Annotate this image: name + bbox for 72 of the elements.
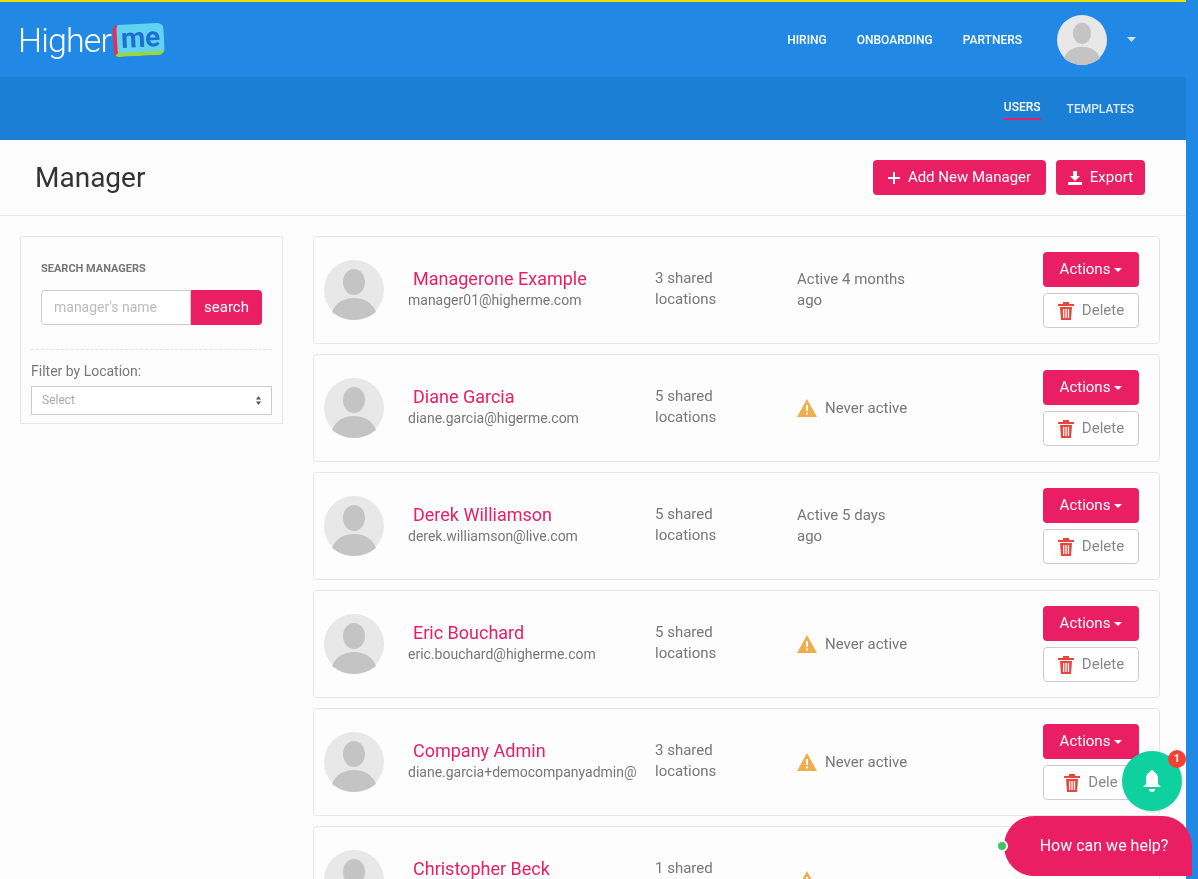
notification-badge: 1 [1168, 750, 1186, 768]
trash-icon [1057, 537, 1074, 556]
actions-dropdown[interactable]: Actions [1043, 488, 1139, 523]
delete-button[interactable]: Delete [1043, 293, 1139, 328]
activity-status: Never active [825, 633, 908, 655]
delete-button[interactable]: Delete [1043, 411, 1139, 446]
shared-locations: 5 shared locations [655, 504, 718, 546]
bell-icon [1142, 770, 1162, 792]
logo-text: Higher [18, 22, 112, 57]
manager-name[interactable]: Derek Williamson [408, 504, 655, 526]
avatar-icon [324, 378, 384, 438]
nav-link[interactable]: HIRING [787, 30, 827, 49]
warning-icon [797, 753, 817, 771]
nav-link[interactable]: ONBOARDING [856, 30, 933, 49]
manager-email: eric.bouchard@higherme.com [408, 645, 597, 664]
avatar-icon [324, 496, 384, 556]
manager-name[interactable]: Company Admin [408, 740, 655, 762]
actions-dropdown[interactable]: Actions [1043, 252, 1139, 287]
filter-label: Filter by Location: [31, 361, 143, 381]
manager-email: diane.garcia+democompanyadmin@ [408, 763, 638, 782]
caret-icon [1114, 267, 1123, 272]
caret-icon [1114, 503, 1123, 508]
shared-locations: 3 shared locations [655, 268, 718, 310]
avatar-icon [324, 732, 384, 792]
actions-dropdown[interactable]: Actions [1043, 606, 1139, 641]
subnav-tab[interactable]: USERS [1003, 97, 1041, 120]
download-icon [1067, 170, 1082, 185]
subnav-tab[interactable]: TEMPLATES [1066, 95, 1134, 122]
chat-button[interactable]: How can we help? [1004, 816, 1192, 876]
manager-name[interactable]: Eric Bouchard [408, 622, 655, 644]
search-field[interactable]: manager's name [41, 289, 191, 325]
search-heading: SEARCH MANAGERS [40, 261, 147, 277]
delete-button[interactable]: Delete [1043, 529, 1139, 564]
plus-icon [887, 171, 900, 184]
caret-icon [1114, 385, 1123, 390]
caret-icon [1114, 621, 1123, 626]
location-select[interactable]: Select [31, 385, 272, 415]
caret-icon [1114, 739, 1123, 744]
avatar-icon [324, 260, 384, 320]
page-title: Manager [35, 159, 146, 196]
manager-email: diane.garcia@higerme.com [408, 409, 580, 428]
caret-icon[interactable] [1127, 37, 1136, 42]
sort-arrows-icon [256, 395, 261, 405]
shared-locations: 1 shared [655, 858, 714, 879]
logo-mark: me [112, 22, 166, 57]
manager-email: manager01@higherme.com [408, 291, 583, 310]
shared-locations: 5 shared locations [655, 386, 718, 428]
manager-email: derek.williamson@live.com [408, 527, 579, 546]
export-button[interactable]: Export [1056, 160, 1145, 195]
trash-icon [1064, 773, 1081, 792]
actions-dropdown[interactable]: Actions [1043, 370, 1139, 405]
add-manager-button[interactable]: Add New Manager [873, 160, 1046, 195]
warning-icon [797, 635, 817, 653]
avatar-icon [324, 614, 384, 674]
manager-name[interactable]: Christopher Beck [408, 858, 655, 879]
actions-dropdown[interactable]: Actions [1043, 724, 1139, 759]
activity-status: Active 5 days ago [797, 505, 887, 547]
profile-avatar-icon [1057, 14, 1107, 65]
trash-icon [1057, 301, 1074, 320]
trash-icon [1057, 655, 1074, 674]
shared-locations: 3 shared locations [655, 740, 718, 782]
warning-icon [797, 399, 817, 417]
activity-status: Never active [825, 397, 908, 419]
manager-name[interactable]: Diane Garcia [408, 386, 655, 408]
trash-icon [1057, 419, 1074, 438]
activity-status: Never active [825, 751, 908, 773]
shared-locations: 5 shared locations [655, 622, 718, 664]
delete-button[interactable]: Delete [1043, 647, 1139, 682]
nav-link[interactable]: PARTNERS [962, 30, 1022, 49]
manager-name[interactable]: Managerone Example [408, 268, 655, 290]
activity-status: Active 4 months ago [797, 269, 907, 311]
search-button[interactable]: search [191, 289, 262, 325]
